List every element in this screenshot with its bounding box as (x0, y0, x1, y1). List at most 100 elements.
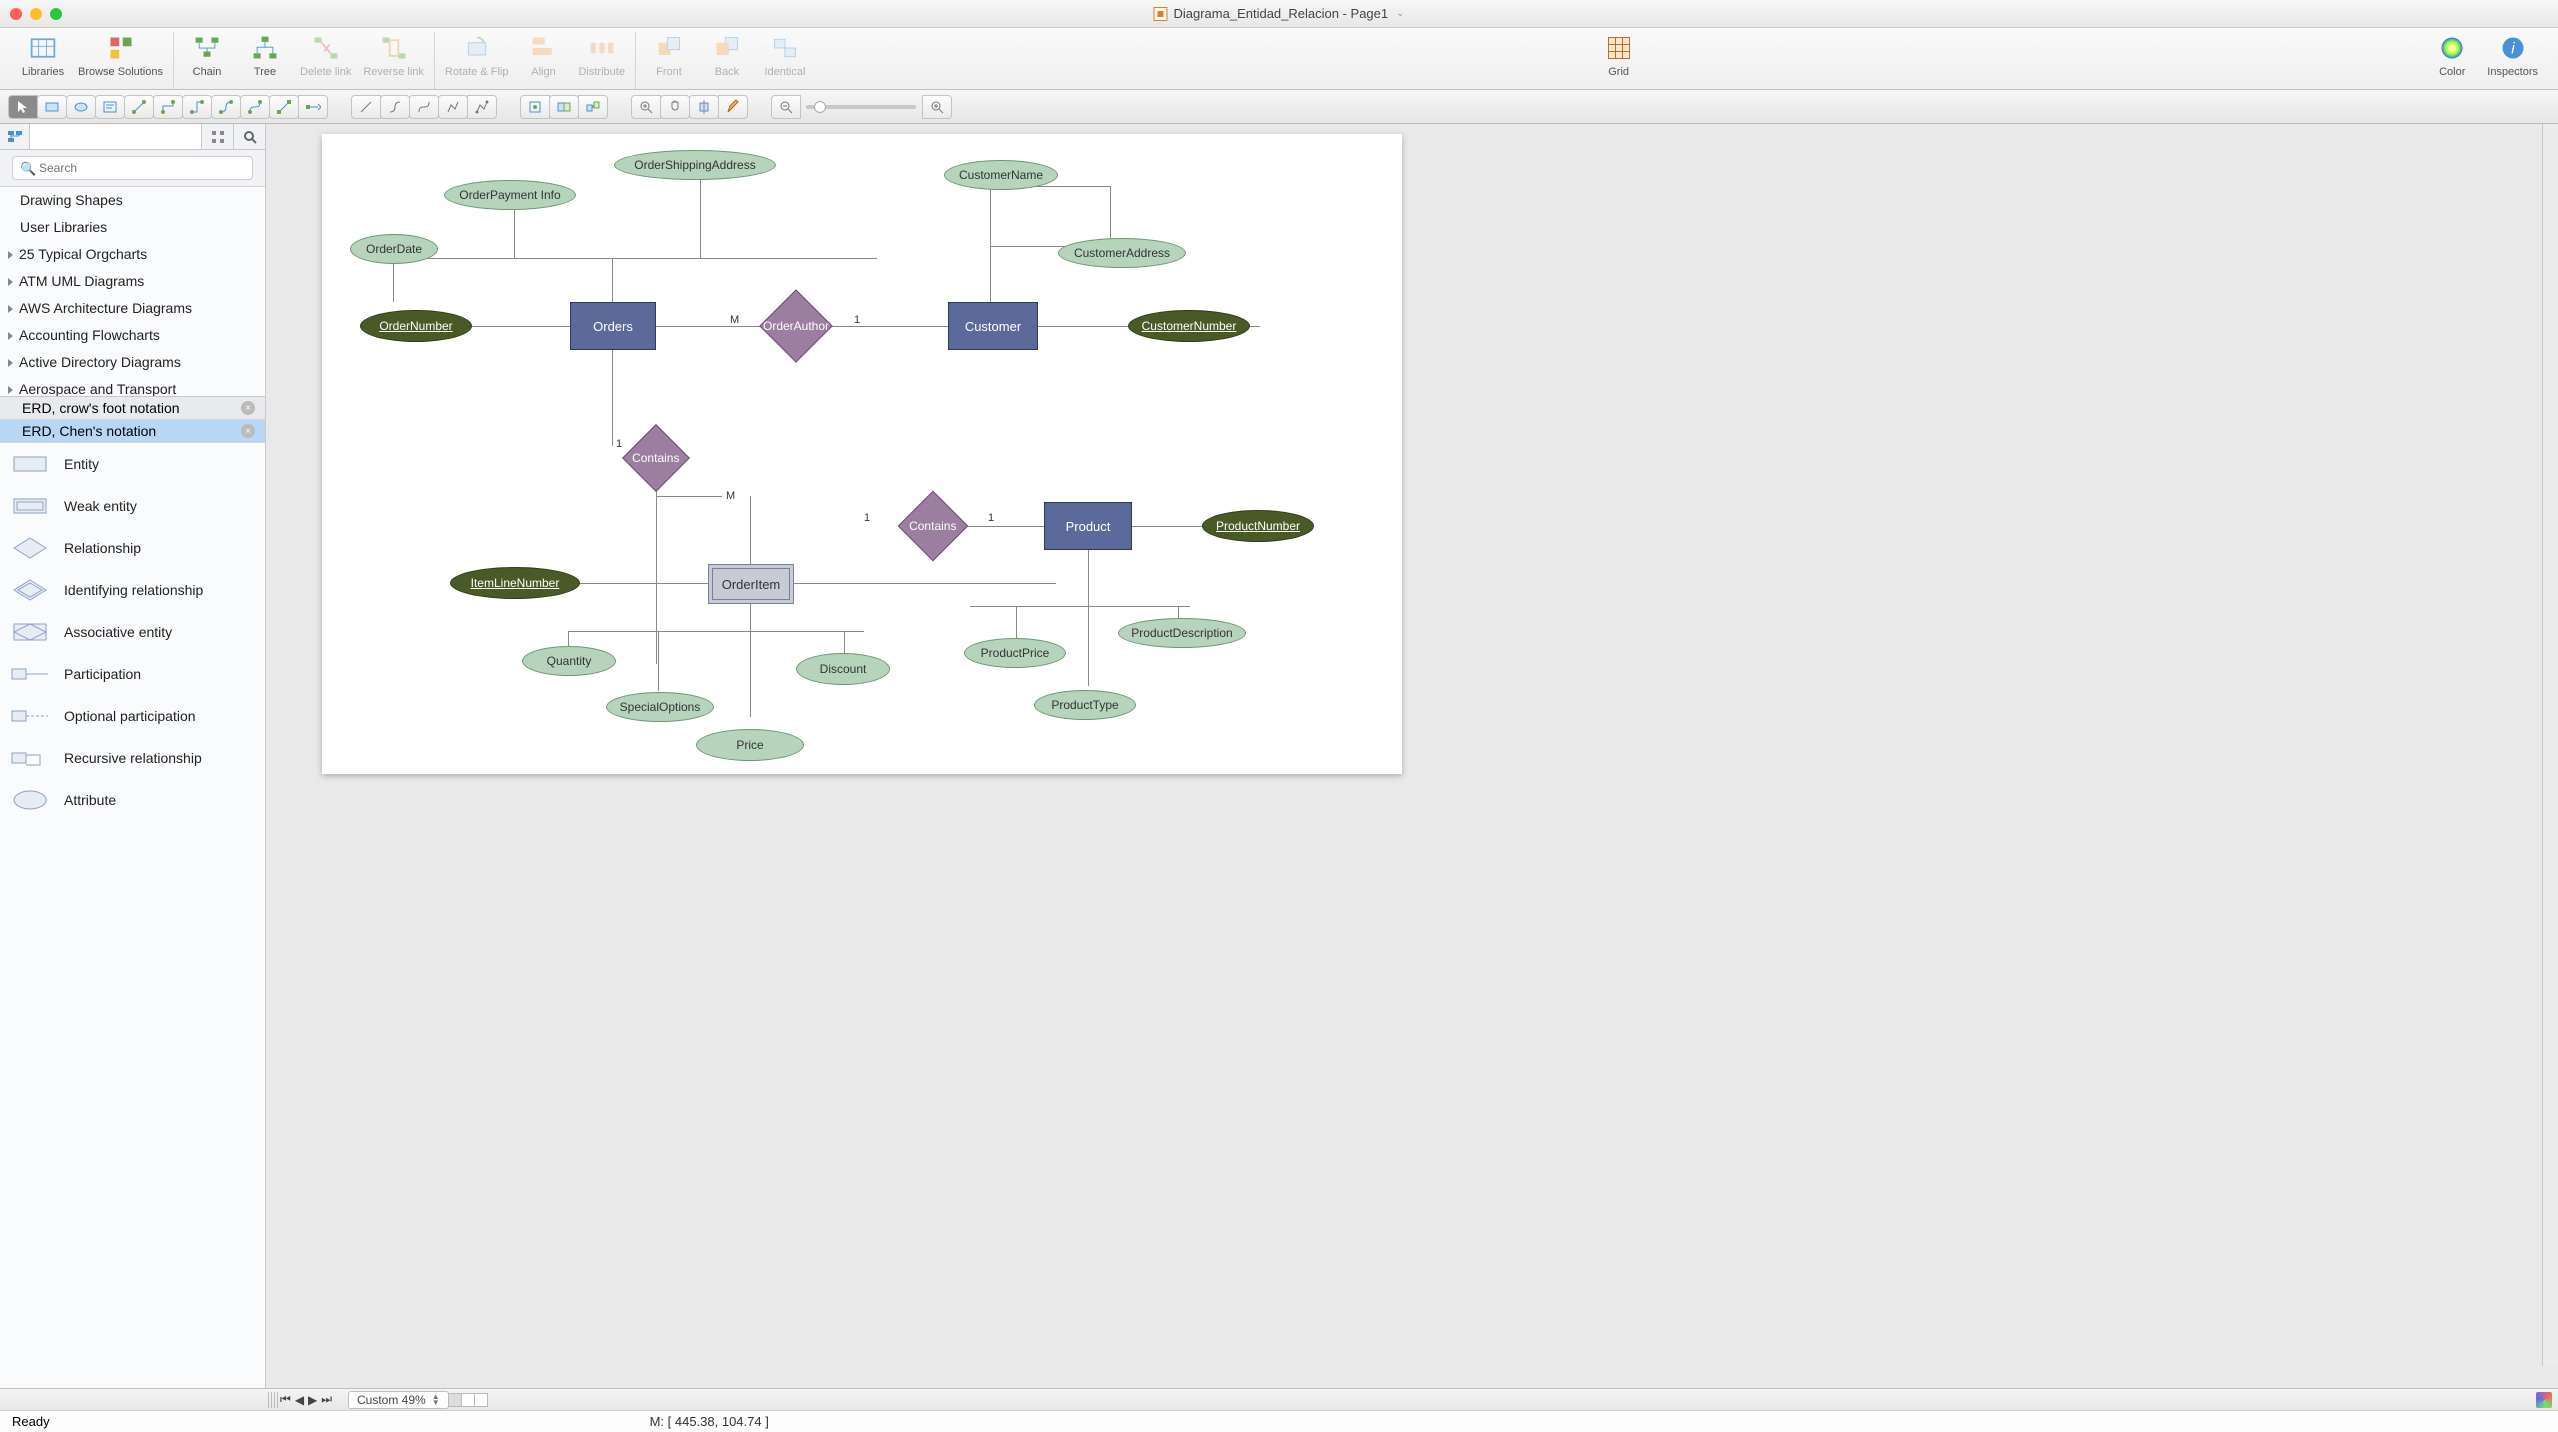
line-tool-4[interactable] (438, 95, 468, 119)
tree-button[interactable]: Tree (242, 32, 288, 78)
lib-user-libraries[interactable]: User Libraries (0, 214, 265, 241)
close-window-icon[interactable] (10, 8, 22, 20)
shape-associative-entity[interactable]: Associative entity (0, 611, 265, 653)
chain-button[interactable]: Chain (184, 32, 230, 78)
shape-weak-entity[interactable]: Weak entity (0, 485, 265, 527)
rel-contains-1[interactable]: Contains (622, 424, 690, 492)
weak-entity-order-item[interactable]: OrderItem (708, 564, 794, 604)
grid-view-icon[interactable] (201, 124, 233, 149)
search-view-icon[interactable] (233, 124, 265, 149)
zoom-track[interactable] (806, 105, 916, 109)
canvas-scroll[interactable]: OrderDate OrderPayment Info OrderShippin… (266, 124, 2558, 1388)
library-tree[interactable]: Drawing Shapes User Libraries 25 Typical… (0, 187, 265, 397)
shape-list[interactable]: Entity Weak entity Relationship Identify… (0, 443, 265, 1388)
page-nav[interactable]: ⏮ ◀ ▶ ⏭ (280, 1392, 332, 1407)
zoom-window-icon[interactable] (50, 8, 62, 20)
diagram-page[interactable]: OrderDate OrderPayment Info OrderShippin… (322, 134, 1402, 774)
prev-page-icon[interactable]: ◀ (295, 1393, 304, 1407)
rect-tool[interactable] (37, 95, 67, 119)
open-lib-crow[interactable]: ERD, crow's foot notation× (0, 397, 265, 420)
attr-quantity[interactable]: Quantity (522, 646, 616, 676)
line-tool-3[interactable] (409, 95, 439, 119)
zoom-thumb[interactable] (814, 101, 826, 113)
close-icon[interactable]: × (241, 424, 255, 438)
sidebar-filter-input[interactable] (30, 124, 201, 149)
close-icon[interactable]: × (241, 401, 255, 415)
keyattr-item-line-number[interactable]: ItemLineNumber (450, 567, 580, 599)
snap-tool-3[interactable] (578, 95, 608, 119)
lib-item[interactable]: Aerospace and Transport (0, 376, 265, 397)
shape-optional-participation[interactable]: Optional participation (0, 695, 265, 737)
attr-price[interactable]: Price (696, 729, 804, 761)
grid-button[interactable]: Grid (1596, 32, 1642, 78)
attr-product-description[interactable]: ProductDescription (1118, 618, 1246, 648)
guides-tool[interactable] (689, 95, 719, 119)
connector-tool-5[interactable] (240, 95, 270, 119)
pointer-tool[interactable] (8, 95, 38, 119)
lib-item[interactable]: ATM UML Diagrams (0, 268, 265, 295)
lib-item[interactable]: Active Directory Diagrams (0, 349, 265, 376)
connector-tool-1[interactable] (124, 95, 154, 119)
pan-tool[interactable] (660, 95, 690, 119)
attr-product-type[interactable]: ProductType (1034, 690, 1136, 720)
line-tool-5[interactable] (467, 95, 497, 119)
connector-tool-4[interactable] (211, 95, 241, 119)
minimize-window-icon[interactable] (30, 8, 42, 20)
keyattr-order-number[interactable]: OrderNumber (360, 310, 472, 342)
chevron-down-icon[interactable]: ⌄ (1396, 8, 1404, 19)
color-corner-icon[interactable] (2536, 1392, 2552, 1408)
shape-recursive-relationship[interactable]: Recursive relationship (0, 737, 265, 779)
zoom-level[interactable]: Custom 49%▲▼ (348, 1391, 449, 1409)
snap-tool-2[interactable] (549, 95, 579, 119)
line-tool-1[interactable] (351, 95, 381, 119)
shape-attribute[interactable]: Attribute (0, 779, 265, 821)
attr-customer-name[interactable]: CustomerName (944, 160, 1058, 190)
keyattr-product-number[interactable]: ProductNumber (1202, 510, 1314, 542)
first-page-icon[interactable]: ⏮ (280, 1392, 291, 1407)
rel-contains-2[interactable]: Contains (898, 491, 969, 562)
last-page-icon[interactable]: ⏭ (321, 1392, 332, 1407)
line-tool-2[interactable] (380, 95, 410, 119)
library-search-input[interactable] (12, 156, 253, 180)
connector-tool-2[interactable] (153, 95, 183, 119)
shape-identifying-relationship[interactable]: Identifying relationship (0, 569, 265, 611)
ellipse-tool[interactable] (66, 95, 96, 119)
snap-tool-1[interactable] (520, 95, 550, 119)
lib-item[interactable]: AWS Architecture Diagrams (0, 295, 265, 322)
entity-orders[interactable]: Orders (570, 302, 656, 350)
page-strip[interactable] (448, 1393, 487, 1407)
next-page-icon[interactable]: ▶ (308, 1393, 317, 1407)
attr-order-payment[interactable]: OrderPayment Info (444, 180, 576, 210)
keyattr-customer-number[interactable]: CustomerNumber (1128, 310, 1250, 342)
zoom-in-icon[interactable] (922, 95, 952, 119)
connector-tool-7[interactable] (298, 95, 328, 119)
edit-tool[interactable] (718, 95, 748, 119)
zoom-in-tool[interactable] (631, 95, 661, 119)
lib-item[interactable]: Accounting Flowcharts (0, 322, 265, 349)
shape-participation[interactable]: Participation (0, 653, 265, 695)
connector-tool-3[interactable] (182, 95, 212, 119)
libraries-button[interactable]: Libraries (20, 32, 66, 78)
entity-product[interactable]: Product (1044, 502, 1132, 550)
lib-item[interactable]: 25 Typical Orgcharts (0, 241, 265, 268)
attr-discount[interactable]: Discount (796, 653, 890, 685)
text-tool[interactable] (95, 95, 125, 119)
shape-entity[interactable]: Entity (0, 443, 265, 485)
splitter-handle[interactable] (268, 1392, 278, 1408)
outline-tab-icon[interactable] (0, 124, 30, 149)
entity-customer[interactable]: Customer (948, 302, 1038, 350)
attr-order-ship[interactable]: OrderShippingAddress (614, 150, 776, 180)
connector-tool-6[interactable] (269, 95, 299, 119)
attr-special-options[interactable]: SpecialOptions (606, 692, 714, 722)
color-button[interactable]: Color (2429, 32, 2475, 78)
browse-solutions-button[interactable]: Browse Solutions (78, 32, 163, 78)
attr-product-price[interactable]: ProductPrice (964, 638, 1066, 668)
zoom-slider[interactable] (771, 95, 951, 119)
attr-customer-address[interactable]: CustomerAddress (1058, 238, 1186, 268)
rel-order-author[interactable]: OrderAuthor (759, 289, 833, 363)
lib-drawing-shapes[interactable]: Drawing Shapes (0, 187, 265, 214)
open-lib-chen[interactable]: ERD, Chen's notation× (0, 420, 265, 443)
inspectors-button[interactable]: iInspectors (2487, 32, 2538, 78)
zoom-out-icon[interactable] (771, 95, 801, 119)
attr-order-date[interactable]: OrderDate (350, 234, 438, 264)
